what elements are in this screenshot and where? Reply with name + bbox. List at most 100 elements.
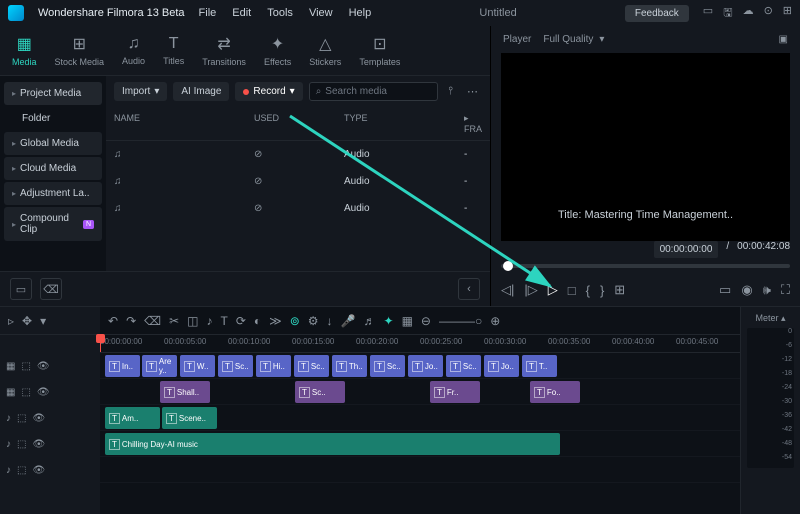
undo-icon[interactable]: ↶ xyxy=(108,314,118,328)
zoom-slider[interactable]: ———○ xyxy=(439,314,482,328)
clip[interactable]: TSc.. xyxy=(294,355,329,377)
stop-icon[interactable]: □ xyxy=(568,283,576,298)
music-icon[interactable]: ♪ xyxy=(207,314,213,328)
visible-icon[interactable]: 👁 xyxy=(37,387,50,398)
track-a3[interactable] xyxy=(100,457,740,483)
clip[interactable]: TSc.. xyxy=(370,355,405,377)
grid-icon[interactable]: ⊞ xyxy=(783,4,792,23)
track-v1[interactable]: TShall.. TSc.. TFr.. TFo.. xyxy=(100,379,740,405)
mic-icon[interactable]: 🎤 xyxy=(341,314,356,328)
track-v2[interactable]: TIn..TAre y..TW..TSc..THi..TSc..TTh..TSc… xyxy=(100,353,740,379)
filter-icon[interactable]: ⫯ xyxy=(444,85,457,98)
lock-icon[interactable]: ⬚ xyxy=(21,361,30,372)
redo-icon[interactable]: ↷ xyxy=(126,314,136,328)
clip[interactable]: TFo.. xyxy=(530,381,580,403)
clip[interactable]: TScene.. xyxy=(162,407,217,429)
select-icon[interactable]: ✥ xyxy=(22,314,32,328)
track-a1[interactable]: TAm..TScene.. xyxy=(100,405,740,431)
import-button[interactable]: Import▾ xyxy=(114,82,167,101)
trash-icon[interactable]: ⌫ xyxy=(40,278,62,300)
clip[interactable]: TIn.. xyxy=(105,355,140,377)
media-row[interactable]: ♫⊘Audio- xyxy=(106,141,490,168)
col-type[interactable]: TYPE xyxy=(344,113,464,134)
lock-icon[interactable]: ⬚ xyxy=(17,439,26,450)
gear-icon[interactable]: ⚙ xyxy=(308,314,319,328)
visible-icon[interactable]: 👁 xyxy=(37,361,50,372)
sidebar-compound[interactable]: ▸Compound ClipN xyxy=(4,207,102,241)
clip[interactable]: TFr.. xyxy=(430,381,480,403)
clip[interactable]: TT.. xyxy=(522,355,557,377)
delete-icon[interactable]: ⌫ xyxy=(144,314,161,328)
clip[interactable]: TChilling Day-AI music xyxy=(105,433,560,455)
headset-icon[interactable]: ⊙ xyxy=(764,4,773,23)
sidebar-folder[interactable]: Folder xyxy=(4,107,102,130)
fullscreen-icon[interactable]: ⛶ xyxy=(781,282,790,298)
menu-edit[interactable]: Edit xyxy=(232,7,251,19)
tab-titles[interactable]: TTitles xyxy=(163,35,184,66)
feedback-button[interactable]: Feedback xyxy=(625,5,689,22)
tab-media[interactable]: ▦Media xyxy=(12,34,37,67)
menu-view[interactable]: View xyxy=(309,7,333,19)
chevron-down-icon[interactable]: ▾ xyxy=(40,314,46,328)
collapse-icon[interactable]: ‹ xyxy=(458,278,480,300)
more-icon[interactable]: ⋯ xyxy=(463,85,482,98)
media-row[interactable]: ♫⊘Audio- xyxy=(106,168,490,195)
menu-file[interactable]: File xyxy=(199,7,217,19)
clip[interactable]: TSc.. xyxy=(218,355,253,377)
menu-help[interactable]: Help xyxy=(349,7,372,19)
render-icon[interactable]: ▦ xyxy=(402,314,413,328)
col-name[interactable]: NAME xyxy=(114,113,254,134)
clip[interactable]: TShall.. xyxy=(160,381,210,403)
volume-icon[interactable]: 🕪 xyxy=(763,282,771,298)
sidebar-adjustment[interactable]: ▸Adjustment La.. xyxy=(4,182,102,205)
scrubber[interactable] xyxy=(501,264,790,268)
clip[interactable]: TJo.. xyxy=(484,355,519,377)
tab-effects[interactable]: ✦Effects xyxy=(264,34,291,67)
sidebar-project-media[interactable]: ▸Project Media xyxy=(4,82,102,105)
lock-icon[interactable]: ⬚ xyxy=(21,387,30,398)
zoom-out-icon[interactable]: ⊖ xyxy=(421,314,431,328)
text-icon[interactable]: T xyxy=(221,314,228,328)
ai-image-button[interactable]: AI Image xyxy=(173,82,229,101)
clip[interactable]: TSc.. xyxy=(295,381,345,403)
clip[interactable]: TTh.. xyxy=(332,355,367,377)
clip[interactable]: TAre y.. xyxy=(142,355,177,377)
tab-stock[interactable]: ⊞Stock Media xyxy=(55,34,105,67)
quality-select[interactable]: Full Quality▾ xyxy=(543,34,604,45)
lock-icon[interactable]: ⬚ xyxy=(17,465,26,476)
visible-icon[interactable]: 👁 xyxy=(32,439,45,450)
marker-icon[interactable]: ↓ xyxy=(327,314,333,328)
visible-icon[interactable]: 👁 xyxy=(32,465,45,476)
camera-icon[interactable]: ◉ xyxy=(741,282,752,298)
more-icon[interactable]: ≫ xyxy=(269,314,282,328)
snapshot-icon[interactable]: ▣ xyxy=(779,34,788,45)
sidebar-cloud-media[interactable]: ▸Cloud Media xyxy=(4,157,102,180)
col-fra[interactable]: ▸ FRA xyxy=(464,113,482,134)
sidebar-global-media[interactable]: ▸Global Media xyxy=(4,132,102,155)
menu-tools[interactable]: Tools xyxy=(267,7,293,19)
tab-stickers[interactable]: △Stickers xyxy=(309,34,341,67)
lock-icon[interactable]: ⬚ xyxy=(17,413,26,424)
zoom-in-icon[interactable]: ⊕ xyxy=(490,314,500,328)
visible-icon[interactable]: 👁 xyxy=(32,413,45,424)
playhead[interactable] xyxy=(100,335,101,352)
robot-icon[interactable]: ⊚ xyxy=(290,314,300,328)
track-a2[interactable]: TChilling Day-AI music xyxy=(100,431,740,457)
folder-icon[interactable]: ▭ xyxy=(10,278,32,300)
tab-templates[interactable]: ⊡Templates xyxy=(359,34,400,67)
search-input[interactable]: ⌕Search media xyxy=(309,82,439,101)
record-button[interactable]: Record▾ xyxy=(235,82,302,101)
ai-icon[interactable]: ✦ xyxy=(384,314,394,328)
step-back-icon[interactable]: |▷ xyxy=(524,282,537,298)
mark-in-icon[interactable]: { xyxy=(586,283,590,298)
mixer-icon[interactable]: ♬ xyxy=(364,314,376,328)
tab-audio[interactable]: ♫Audio xyxy=(122,35,145,66)
clip[interactable]: TSc.. xyxy=(446,355,481,377)
cut-icon[interactable]: ✂ xyxy=(169,314,179,328)
prev-frame-icon[interactable]: ◁| xyxy=(501,282,514,298)
crop-icon[interactable]: ◫ xyxy=(187,314,198,328)
meter-label[interactable]: Meter ▴ xyxy=(747,313,794,324)
detach-icon[interactable]: ▭ xyxy=(719,282,731,298)
time-ruler[interactable]: 00:00:00:0000:00:05:0000:00:10:0000:00:1… xyxy=(100,335,740,353)
tab-transitions[interactable]: ⇄Transitions xyxy=(202,34,246,67)
